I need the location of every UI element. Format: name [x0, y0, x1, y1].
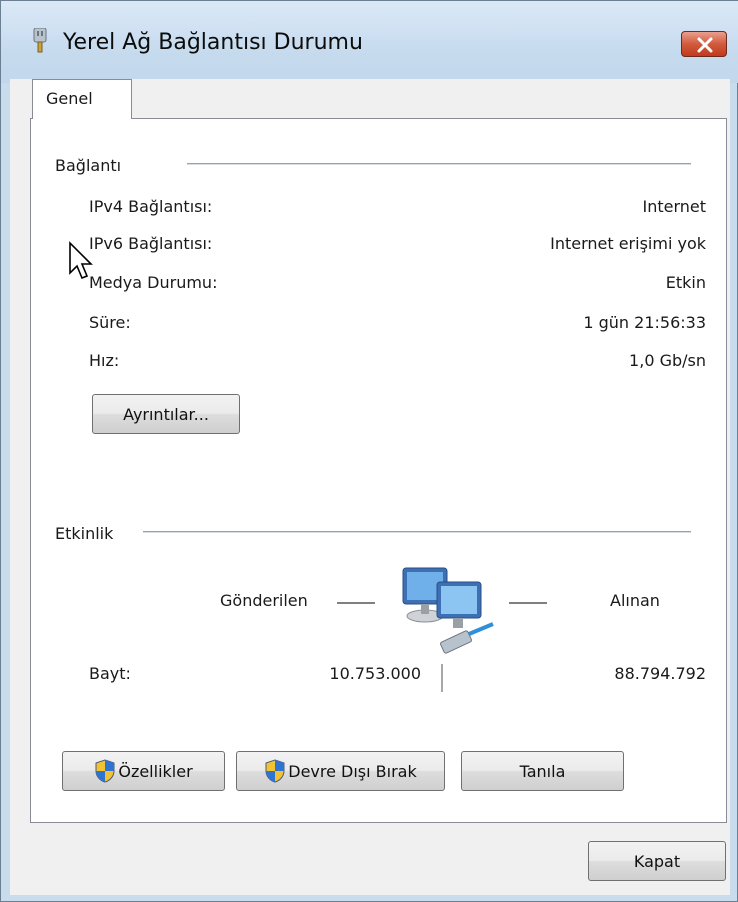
details-button[interactable]: Ayrıntılar... [92, 394, 240, 434]
media-state-label: Medya Durumu: [89, 273, 218, 292]
sent-label: Gönderilen [220, 591, 308, 610]
duration-label: Süre: [89, 313, 131, 332]
bytes-label: Bayt: [89, 664, 131, 683]
diagnose-button[interactable]: Tanıla [461, 751, 624, 791]
uac-shield-icon [95, 759, 115, 783]
tab-general[interactable]: Genel [32, 79, 132, 119]
close-button[interactable]: Kapat [588, 841, 726, 881]
ipv6-value: Internet erişimi yok [550, 234, 706, 253]
connection-group-heading: Bağlantı [55, 156, 122, 175]
mouse-cursor-icon [69, 241, 93, 280]
diagnose-button-label: Tanıla [519, 761, 566, 781]
received-label: Alınan [610, 591, 660, 610]
general-tab-panel: Bağlantı IPv4 Bağlantısı: Internet IPv6 … [30, 118, 727, 823]
properties-button-label: Özellikler [118, 761, 193, 781]
properties-button[interactable]: Özellikler [62, 751, 225, 791]
ipv4-label: IPv4 Bağlantısı: [89, 197, 213, 216]
close-icon [697, 37, 713, 53]
sent-dash [337, 602, 375, 604]
speed-value: 1,0 Gb/sn [629, 351, 706, 370]
tab-general-label: Genel [46, 89, 93, 108]
network-status-dialog: Yerel Ağ Bağlantısı Durumu Genel Bağlant… [0, 0, 738, 902]
duration-value: 1 gün 21:56:33 [583, 313, 706, 332]
disable-button[interactable]: Devre Dışı Bırak [236, 751, 445, 791]
close-button-label: Kapat [633, 851, 681, 871]
ipv6-label: IPv6 Bağlantısı: [89, 234, 213, 253]
network-computers-icon [402, 567, 494, 654]
window-title: Yerel Ağ Bağlantısı Durumu [63, 30, 363, 55]
title-bar[interactable]: Yerel Ağ Bağlantısı Durumu [1, 1, 738, 83]
received-dash [509, 602, 547, 604]
bytes-sent-value: 10.753.000 [329, 664, 421, 683]
dialog-client-area: Genel Bağlantı IPv4 Bağlantısı: Internet… [10, 79, 730, 895]
bytes-separator [441, 664, 443, 692]
details-button-label: Ayrıntılar... [123, 404, 209, 424]
uac-shield-icon [265, 759, 285, 783]
bytes-received-value: 88.794.792 [614, 664, 706, 683]
network-adapter-icon [33, 28, 47, 53]
speed-label: Hız: [89, 351, 120, 370]
disable-button-label: Devre Dışı Bırak [288, 761, 417, 781]
close-window-button[interactable] [681, 31, 727, 57]
ipv4-value: Internet [642, 197, 706, 216]
activity-group-heading: Etkinlik [55, 524, 114, 543]
media-state-value: Etkin [665, 273, 706, 292]
activity-group-divider [143, 531, 691, 533]
connection-group-divider [187, 163, 691, 165]
